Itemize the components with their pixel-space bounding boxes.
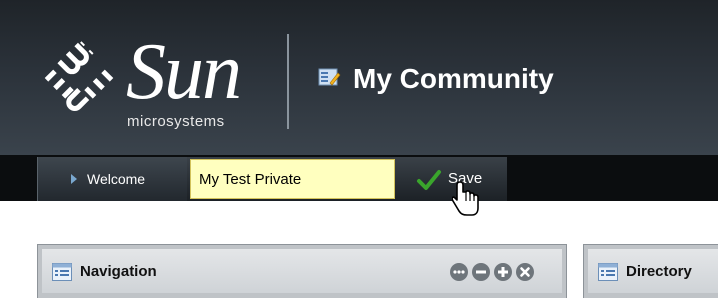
logo-wordmark: Sun [126,28,242,116]
community-icon [318,68,341,86]
hand-cursor-icon [452,181,479,216]
more-icon[interactable] [450,263,468,281]
tab-name-input[interactable] [190,159,395,199]
tab-welcome[interactable]: Welcome [37,157,187,201]
maximize-icon[interactable] [494,263,512,281]
tab-arrow-icon [71,174,77,184]
sun-logo[interactable]: Sun microsystems [34,32,274,142]
sun-logo-icon [44,41,114,111]
page-title: My Community [353,63,554,94]
portlet-navigation: Navigation [37,244,567,298]
page: Sun microsystems My Community Welcome Sa… [0,0,718,298]
nav-bar: Welcome Save [0,155,718,201]
close-icon[interactable] [516,263,534,281]
header-divider [287,34,289,129]
tab-welcome-label: Welcome [87,171,146,187]
portlet-directory-header: Directory [588,249,718,293]
portlet-list-icon [598,263,618,281]
portlet-list-icon [52,263,72,281]
portlet-directory-title: Directory [626,263,692,280]
minimize-icon[interactable] [472,263,490,281]
header: Sun microsystems My Community [0,0,718,155]
portlet-directory: Directory [583,244,718,298]
logo-tagline: microsystems [127,113,225,130]
portlet-navigation-title: Navigation [80,263,157,280]
portlet-navigation-header: Navigation [42,249,562,293]
check-icon [417,170,441,190]
